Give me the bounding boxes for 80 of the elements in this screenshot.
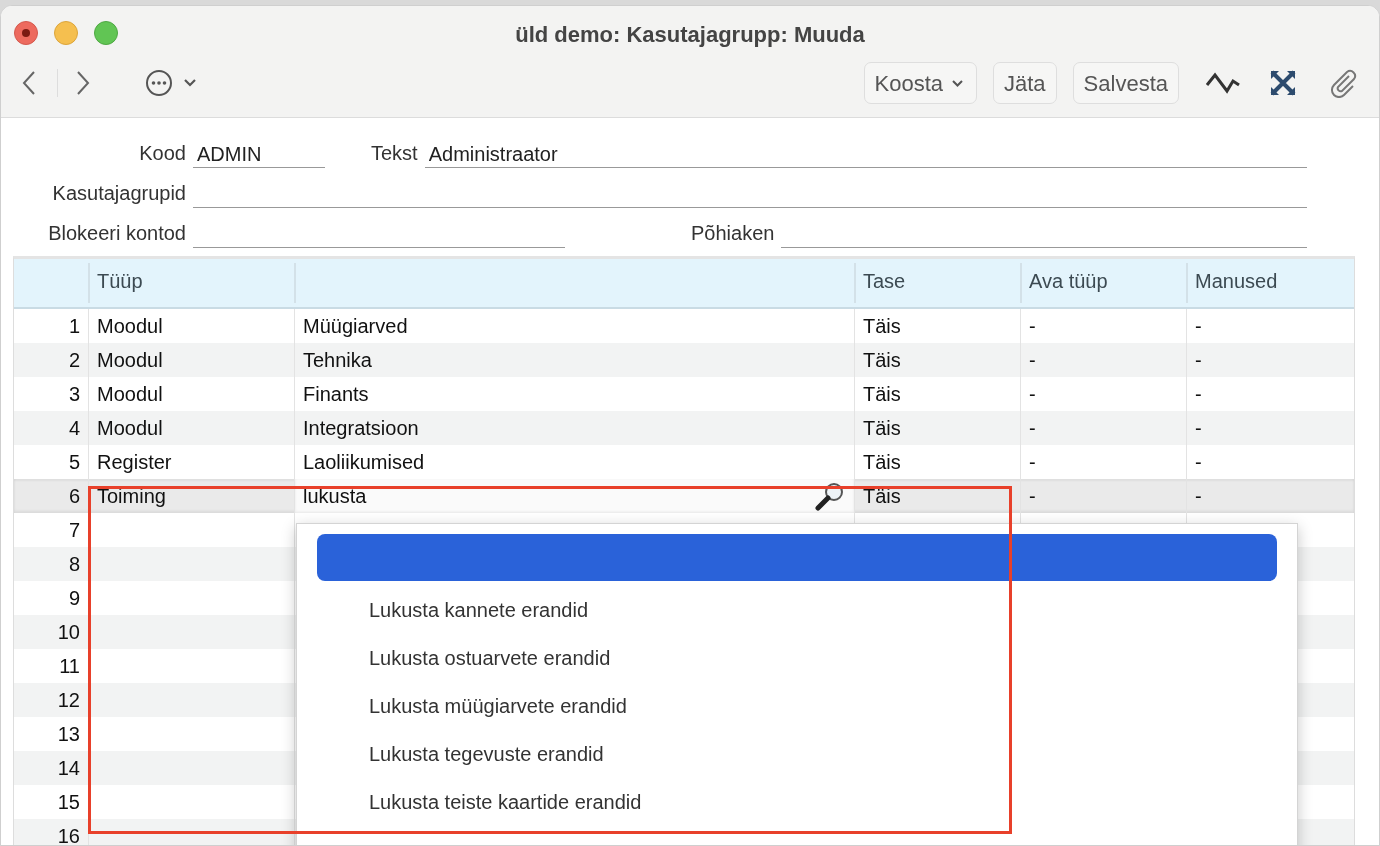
table-cell-text: Täis — [863, 484, 901, 509]
toolbar-button[interactable]: Jäta — [993, 62, 1057, 104]
table-row[interactable]: 4 Moodul Integratsioon Täis - - — [14, 411, 1354, 445]
dropdown-item[interactable]: Lukusta ostuarvete erandid — [317, 634, 1277, 682]
chevron-icon — [184, 79, 196, 87]
row-number: 2 — [67, 348, 81, 373]
row-number: 11 — [58, 654, 81, 679]
table-cell-text: - — [1195, 416, 1202, 441]
table-cell-text: Register — [97, 450, 172, 475]
table-cell-text: - — [1195, 314, 1202, 339]
maximize-icon[interactable] — [94, 21, 118, 45]
row-number: 6 — [67, 484, 81, 509]
row-number: 14 — [56, 756, 81, 781]
row-number: 15 — [56, 790, 81, 815]
table-cell-text: Finants — [303, 382, 369, 407]
field-label: Kood — [138, 141, 187, 166]
row-number: 10 — [56, 620, 81, 645]
table-cell-text: Moodul — [97, 382, 163, 407]
table-cell-text: - — [1195, 484, 1202, 509]
column-header[interactable]: Manused — [1195, 270, 1278, 292]
compose-menu-button[interactable]: Koosta — [863, 62, 977, 104]
table-cell-text: - — [1029, 416, 1036, 441]
field-label: Tekst — [371, 141, 419, 166]
table-cell-text: - — [1195, 382, 1202, 407]
table-cell-text: - — [1195, 348, 1202, 373]
dropdown-item[interactable]: Lukusta teiste kaartide erandid — [317, 778, 1277, 826]
lookup-field[interactable]: lukusta — [294, 479, 854, 513]
table-cell-text: - — [1029, 450, 1036, 475]
table-cell-text: Müügiarved — [303, 314, 408, 339]
table-cell-text: Moodul — [97, 348, 163, 373]
text-field[interactable]: ADMIN — [193, 140, 325, 168]
back-icon[interactable] — [21, 70, 37, 96]
column-header[interactable]: Tase — [863, 270, 906, 292]
table-cell-text: - — [1029, 314, 1036, 339]
row-number: 13 — [56, 722, 81, 747]
expand-icon[interactable] — [1269, 69, 1297, 97]
column-header[interactable]: Ava tüüp — [1029, 270, 1108, 292]
table-cell-text: - — [1029, 484, 1036, 509]
toolbar-button[interactable]: Salvesta — [1072, 62, 1179, 104]
table-row[interactable]: 2 Moodul Tehnika Täis - - — [14, 343, 1354, 377]
activity-icon[interactable] — [1205, 71, 1241, 95]
table-cell-text: Moodul — [97, 314, 163, 339]
table-cell-text: - — [1195, 450, 1202, 475]
row-number: 9 — [67, 586, 81, 611]
table-cell-text: Täis — [863, 450, 901, 475]
forward-icon[interactable] — [75, 70, 91, 96]
row-number: 5 — [67, 450, 81, 475]
table-cell-text: Integratsioon — [303, 416, 419, 441]
dropdown-item[interactable]: Lukusta müügiarvete erandid — [317, 682, 1277, 730]
field-label: Blokeeri kontod — [47, 221, 187, 246]
search-icon[interactable] — [814, 481, 846, 511]
chevron-icon — [951, 78, 964, 88]
row-number: 16 — [56, 824, 81, 845]
editing-table-row[interactable]: 6 Toiming lukusta Täis - - — [14, 479, 1354, 513]
row-number: 1 — [67, 314, 81, 339]
table-cell-text: Täis — [863, 314, 901, 339]
table-cell-text: Täis — [863, 348, 901, 373]
field-label: Põhiaken — [691, 221, 776, 246]
close-icon[interactable] — [14, 21, 38, 45]
table-cell-text: - — [1029, 382, 1036, 407]
field-label: Kasutajagrupid — [51, 181, 187, 206]
table-cell-text: Tehnika — [303, 348, 372, 373]
row-number: 7 — [67, 518, 81, 543]
paperclip-icon[interactable] — [1329, 68, 1359, 98]
table-cell-text: Laoliikumised — [303, 450, 425, 475]
text-field[interactable]: Administraator — [424, 140, 1307, 168]
dropdown-item[interactable]: Lukusta kannete erandid — [317, 586, 1277, 634]
row-number: 4 — [67, 416, 81, 441]
row-number: 3 — [67, 382, 81, 407]
dropdown-item[interactable]: Lukusta tegevuste erandid — [317, 730, 1277, 778]
column-header[interactable]: Tüüp — [97, 270, 143, 292]
table-cell-text: Toiming — [97, 484, 166, 509]
table-cell-text: Moodul — [97, 416, 163, 441]
window-title: üld demo: Kasutajagrupp: Muuda — [515, 22, 865, 47]
more-menu-button[interactable] — [145, 69, 197, 97]
table-cell-text: Täis — [863, 382, 901, 407]
table-cell-text: - — [1029, 348, 1036, 373]
table-cell-text: Täis — [863, 416, 901, 441]
row-number: 8 — [67, 552, 81, 577]
row-number: 12 — [56, 688, 81, 713]
